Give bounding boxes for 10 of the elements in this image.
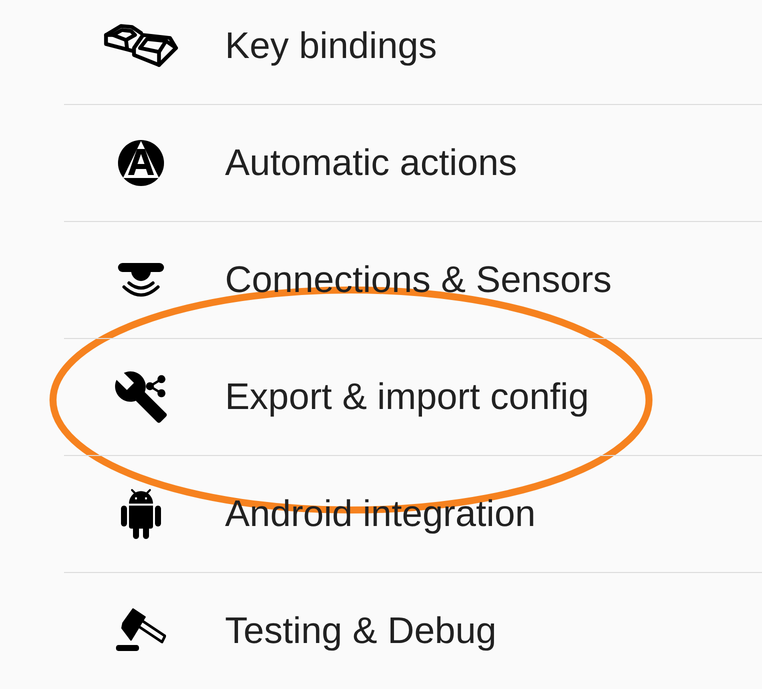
letter-a-circle-icon [118, 140, 164, 186]
settings-menu-item[interactable]: Testing & Debug [64, 573, 762, 689]
settings-menu-item[interactable]: Export & import config [64, 339, 762, 456]
settings-menu-item[interactable]: Automatic actions [64, 105, 762, 222]
keycaps-icon [103, 23, 179, 69]
wrench-share-icon [114, 370, 168, 424]
gavel-icon [116, 608, 166, 654]
sensor-signal-icon [117, 263, 165, 297]
android-robot-icon [121, 489, 161, 539]
settings-menu-item[interactable]: Key bindings [64, 0, 762, 105]
